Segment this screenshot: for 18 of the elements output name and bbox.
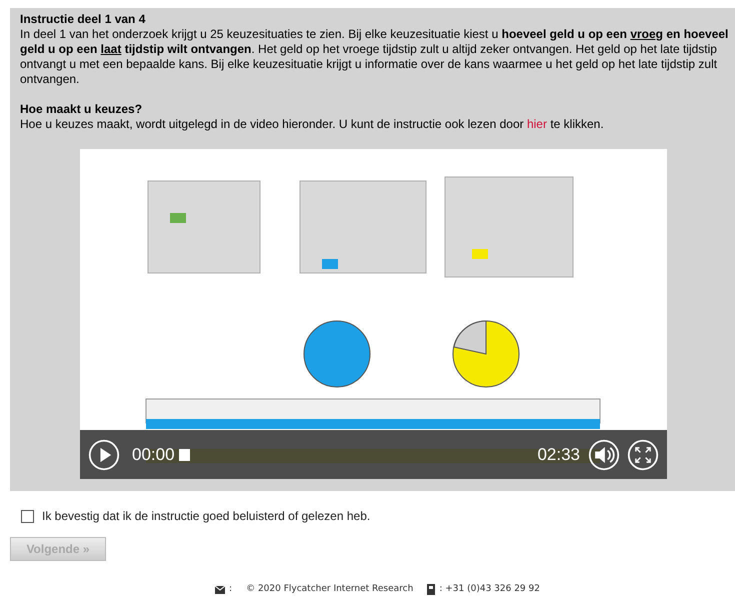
section-title: Instructie deel 1 van 4 (20, 12, 146, 27)
confirm-checkbox[interactable] (21, 510, 34, 522)
play-icon[interactable] (88, 438, 120, 470)
instruction-sentence: Hoe u keuzes maakt, wordt uitgelegd in de video hieronder. U kunt de instructie ook lezen door hier te klikken. (20, 117, 604, 132)
instruction-link[interactable]: hier (526, 117, 547, 131)
mail-separator: : (229, 583, 232, 596)
duration-time: 02:33 (537, 447, 580, 462)
current-time: 00:00 (132, 447, 175, 462)
mail-icon (215, 586, 226, 594)
instruction-paragraph: In deel 1 van het onderzoek krijgt u 25 keuzesituaties te zien. Bij elke keuzesituatie kiest u hoeveel geld u op een vroeg en hoeveel geld u op een laat tijdstip wilt ontvangen. Het geld op het vroege tijdstip zult u altijd zeker ontvangen. Het geld op het late tijdstip ontvangt u met een bepaalde kans. Bij elke keuzesituatie krijgt u informatie over de kans waarmee u het geld op het late tijdstip zult ontvangen. (20, 27, 730, 87)
volume-icon[interactable] (588, 438, 620, 470)
progress-thumb[interactable] (178, 448, 190, 460)
copyright-text: © 2020 Flycatcher Internet Research (246, 583, 414, 596)
fullscreen-icon[interactable] (627, 438, 659, 470)
phone-number: : +31 (0)43 326 29 92 (439, 583, 540, 596)
confirm-label: Ik bevestig dat ik de instructie goed beluisterd of gelezen heb. (42, 508, 370, 525)
section-title: Hoe maakt u keuzes? (20, 102, 142, 117)
phone-icon (427, 584, 436, 596)
